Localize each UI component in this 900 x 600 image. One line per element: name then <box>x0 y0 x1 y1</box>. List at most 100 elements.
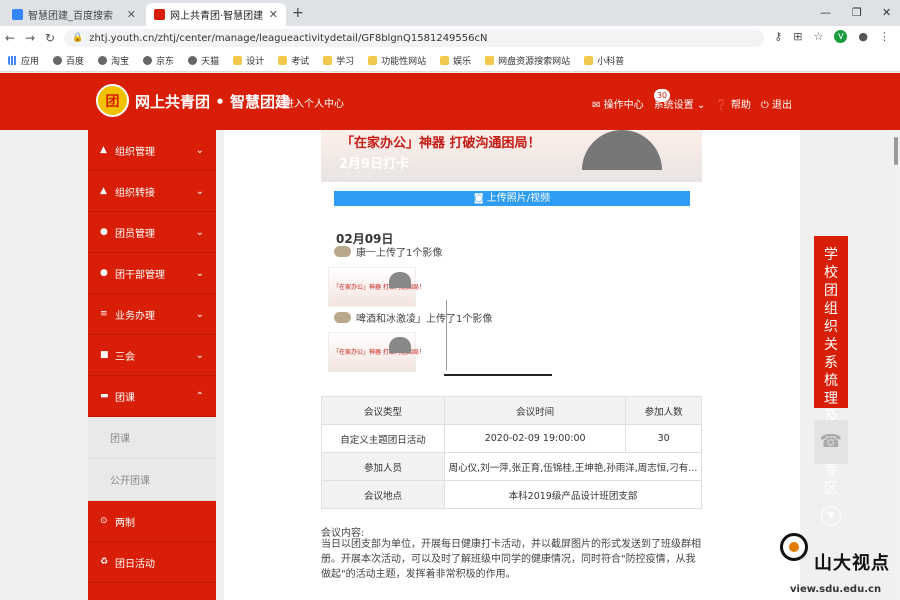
bookmark-folder[interactable]: 网盘资源搜索网站 <box>485 54 570 67</box>
lock-icon: 🔒 <box>72 33 84 43</box>
page-scrollbar[interactable] <box>892 130 900 600</box>
circle-icon: ⊙ <box>100 516 108 526</box>
upload-photo-video-button[interactable]: ◙ 上传照片/视频 <box>334 191 690 206</box>
table-row: 自定义主题团日活动 2020-02-09 19:00:00 30 <box>321 424 702 453</box>
users-icon: ● <box>100 227 108 237</box>
logout-link[interactable]: ⏻ 退出 <box>761 96 792 111</box>
personal-center-link[interactable]: 进入个人中心 <box>284 95 344 110</box>
chevron-down-icon: ⌄ <box>195 349 204 361</box>
table-cell: 2020-02-09 19:00:00 <box>443 424 627 453</box>
baidu-favicon-icon <box>12 9 23 20</box>
sidebar-subitem-league-class[interactable]: 团课 <box>88 417 216 459</box>
bookmark-item[interactable]: 天猫 <box>188 54 219 67</box>
sidebar-subitem-open-class[interactable]: 公开团课 <box>88 459 216 501</box>
new-tab-button[interactable]: + <box>292 5 304 21</box>
table-cell: 本科2019级产品设计班团支部 <box>444 480 702 509</box>
users-icon: ● <box>100 268 108 278</box>
bookmark-folder[interactable]: 娱乐 <box>440 54 471 67</box>
apps-icon <box>8 56 17 65</box>
sidebar-item-business[interactable]: ≡ 业务办理 ⌄ <box>88 294 216 335</box>
menu-icon[interactable]: ⋮ <box>879 30 890 43</box>
folder-icon <box>368 56 378 65</box>
translate-icon[interactable]: ⊞ <box>793 30 802 43</box>
table-row: 参加人员 周心仪,刘一萍,张正育,伍锦桂,王坤艳,孙雨洋,周志恒,刁有... <box>321 452 702 481</box>
sidebar-item-org-transfer[interactable]: ▲ 组织转接 ⌄ <box>88 171 216 212</box>
browser-tab-zhtj[interactable]: 网上共青团·智慧团建 ✕ <box>146 3 286 26</box>
customer-service-icon[interactable]: ☎ <box>814 420 848 464</box>
chevron-down-circle-icon[interactable]: ▼ <box>821 506 841 526</box>
feed-post: 康 — 上传了1个影像 <box>334 244 442 259</box>
sdu-view-logo <box>780 533 808 561</box>
table-row: 会议地点 本科2019级产品设计班团支部 <box>321 480 702 509</box>
feed-post: 啤酒和冰激凌」 上传了1个影像 <box>334 310 492 325</box>
table-cell-label: 参加人员 <box>321 452 445 481</box>
forward-icon[interactable]: → <box>20 31 40 45</box>
profile-icon[interactable]: ● <box>858 30 868 43</box>
folder-icon <box>485 56 495 65</box>
bookmark-item[interactable]: 百度 <box>53 54 84 67</box>
sidebar-item-member-management[interactable]: ● 团员管理 ⌄ <box>88 212 216 253</box>
bookmark-item[interactable]: 淘宝 <box>98 54 129 67</box>
watermark-url: view.sdu.edu.cn <box>790 584 882 595</box>
system-settings-link[interactable]: 系统设置 ⌄ <box>654 96 706 111</box>
url-bar[interactable]: 🔒 zhtj.youth.cn/zhtj/center/manage/leagu… <box>64 29 764 47</box>
post-thumbnail[interactable]: 「在家办公」神器 打破沟通困局！ <box>328 332 425 372</box>
address-toolbar: ← → ↻ 🔒 zhtj.youth.cn/zhtj/center/manage… <box>0 26 900 50</box>
chevron-down-icon: ⌄ <box>195 308 204 320</box>
bookmark-folder[interactable]: 小科普 <box>584 54 624 67</box>
divider <box>446 300 447 370</box>
sidebar-item-three-meetings[interactable]: ■ 三会 ⌄ <box>88 335 216 376</box>
youth-league-logo: 团 <box>96 84 129 117</box>
avatar <box>334 312 351 323</box>
folder-open-icon: ▬ <box>100 391 109 401</box>
bookmark-folder[interactable]: 功能性网站 <box>368 54 426 67</box>
bookmark-item[interactable]: 应用 <box>8 54 39 67</box>
chevron-down-icon: ⌄ <box>195 185 204 197</box>
chevron-down-icon: ⌄ <box>195 144 204 156</box>
table-header: 参加人数 <box>625 396 702 425</box>
bookmark-item[interactable]: 京东 <box>143 54 174 67</box>
camera-icon: ◙ <box>473 193 487 204</box>
post-thumbnail[interactable]: 「在家办公」神器 打破沟通困局！ <box>328 267 425 307</box>
meeting-content-body: 当日以团支部为单位，开展每日健康打卡活动，并以截屏图片的形式发送到了班级群相册。… <box>321 539 701 580</box>
meeting-info-table: 会议类型 会议时间 参加人数 自定义主题团日活动 2020-02-09 19:0… <box>321 396 702 509</box>
table-header: 会议类型 <box>321 396 445 425</box>
bookmark-folder[interactable]: 考试 <box>278 54 309 67</box>
bookmark-folder[interactable]: 设计 <box>233 54 264 67</box>
sidebar-item-league-day[interactable]: ♻ 团日活动 <box>88 542 216 583</box>
sidebar-item-org-management[interactable]: ▲ 组织管理 ⌄ <box>88 130 216 171</box>
minimize-icon[interactable]: — <box>820 6 831 19</box>
folder-icon <box>233 56 243 65</box>
sidebar-item-league-class[interactable]: ▬ 团课 ⌃ <box>88 376 216 417</box>
thumbnail-person-image <box>389 337 411 353</box>
maximize-icon[interactable]: ❐ <box>852 6 862 19</box>
extension-v-icon[interactable]: V <box>834 30 848 43</box>
reload-icon[interactable]: ↻ <box>40 31 60 45</box>
globe-icon <box>98 56 108 65</box>
close-tab-icon[interactable]: ✕ <box>127 8 136 21</box>
school-org-zone-panel[interactable]: 学校团组织关系梳理及录入专区 ▼ <box>814 236 848 526</box>
folder-icon <box>323 56 333 65</box>
globe-icon <box>53 56 63 65</box>
main-content: 「在家办公」神器 打破沟通困局！ 2月9日打卡 40个影像 ◙ 上传照片/视频 … <box>224 130 800 600</box>
chevron-down-icon: ⌄ <box>195 226 204 238</box>
star-icon[interactable]: ☆ <box>814 30 824 43</box>
browser-tab-baidu[interactable]: 智慧团建_百度搜索 ✕ <box>4 3 144 26</box>
help-link[interactable]: ❓ 帮助 <box>715 96 751 111</box>
chevron-down-icon: ⌄ <box>195 267 204 279</box>
back-icon[interactable]: ← <box>0 31 20 45</box>
org-chart-icon: ▲ <box>100 186 107 196</box>
operation-center-link[interactable]: ✉ 操作中心 <box>592 96 644 111</box>
site-header: 团 网上共青团 • 智慧团建 进入个人中心 30 ✉ 操作中心 系统设置 ⌄ ❓… <box>0 73 900 130</box>
close-window-icon[interactable]: ✕ <box>882 6 891 19</box>
bookmark-folder[interactable]: 学习 <box>323 54 354 67</box>
close-tab-icon[interactable]: ✕ <box>269 8 278 21</box>
key-icon[interactable]: ⚷ <box>774 30 782 43</box>
left-sidebar: ▲ 组织管理 ⌄ ▲ 组织转接 ⌄ ● 团员管理 ⌄ ● 团干部管理 ⌄ ≡ 业务办理 ⌄ ■ 三会 ⌄… <box>88 130 216 600</box>
sidebar-item-two-systems[interactable]: ⊙ 两制 <box>88 501 216 542</box>
scrollbar-thumb[interactable] <box>894 137 898 165</box>
album-banner: 「在家办公」神器 打破沟通困局！ 2月9日打卡 40个影像 <box>321 130 702 182</box>
banner-promo-text: 「在家办公」神器 打破沟通困局！ <box>341 136 541 151</box>
sidebar-item-cadre-management[interactable]: ● 团干部管理 ⌄ <box>88 253 216 294</box>
tab-label: 智慧团建_百度搜索 <box>28 11 113 22</box>
